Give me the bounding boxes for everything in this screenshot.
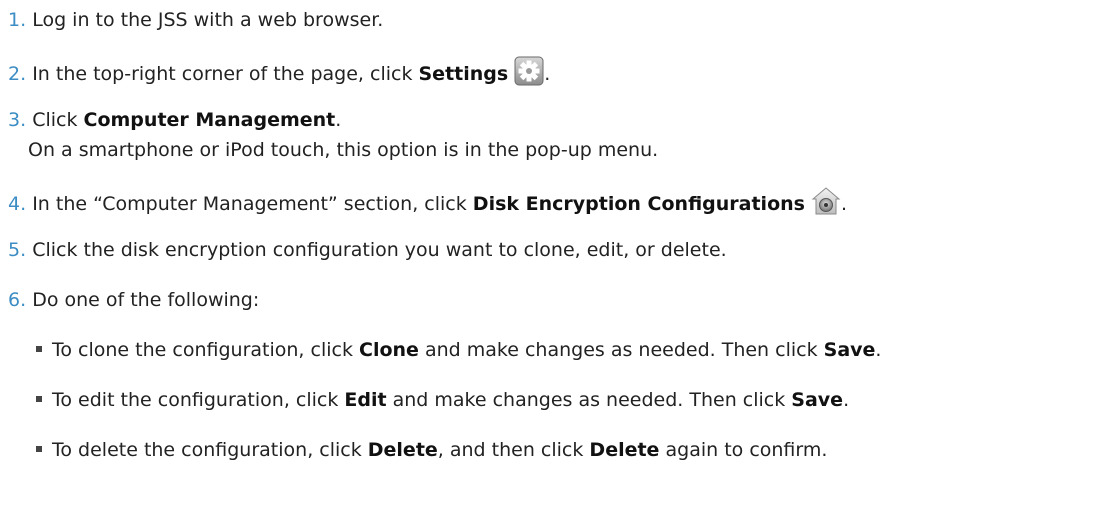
delete-label: Delete [367,439,438,461]
bullet-marker [36,346,42,352]
step-4: 4. In the “Computer Management” section,… [8,186,847,224]
step-text: Click the disk encryption configuration … [32,239,727,261]
step-text: Log in to the JSS with a web browser. [32,9,384,31]
step-5: 5. Click the disk encryption configurati… [8,236,727,264]
step-text-end: . [335,109,342,131]
delete-confirm-label: Delete [589,439,660,461]
save-label: Save [791,389,844,411]
step-number: 4. [8,193,27,215]
step-text: Click [32,109,84,131]
step-text-end: . [840,193,848,215]
clone-label: Clone [359,339,419,361]
step-number: 2. [8,63,27,85]
step-number: 5. [8,239,27,261]
edit-label: Edit [344,389,387,411]
list-item-clone: To clone the configuration, click Clone … [36,336,881,364]
step-1: 1. Log in to the JSS with a web browser. [8,6,383,34]
step-number: 3. [8,109,27,131]
bullet-marker [36,396,42,402]
list-item-delete: To delete the configuration, click Delet… [36,436,827,464]
gear-icon [514,56,544,94]
disk-encryption-label: Disk Encryption Configurations [472,193,805,215]
step-3: 3. Click Computer Management. [8,106,341,134]
step-2: 2. In the top-right corner of the page, … [8,56,550,94]
step-text: Do one of the following: [32,289,260,311]
step-text-end: . [544,63,551,85]
step-number: 6. [8,289,27,311]
step-number: 1. [8,9,27,31]
settings-label: Settings [418,63,509,85]
step-text: In the “Computer Management” section, cl… [32,193,473,215]
computer-management-label: Computer Management [83,109,336,131]
step-6: 6. Do one of the following: [8,286,259,314]
step-3-note: On a smartphone or iPod touch, this opti… [28,139,659,161]
save-label: Save [823,339,876,361]
list-item-edit: To edit the configuration, click Edit an… [36,386,849,414]
filevault-house-icon [811,186,841,224]
step-text: In the top-right corner of the page, cli… [32,63,419,85]
bullet-marker [36,446,42,452]
